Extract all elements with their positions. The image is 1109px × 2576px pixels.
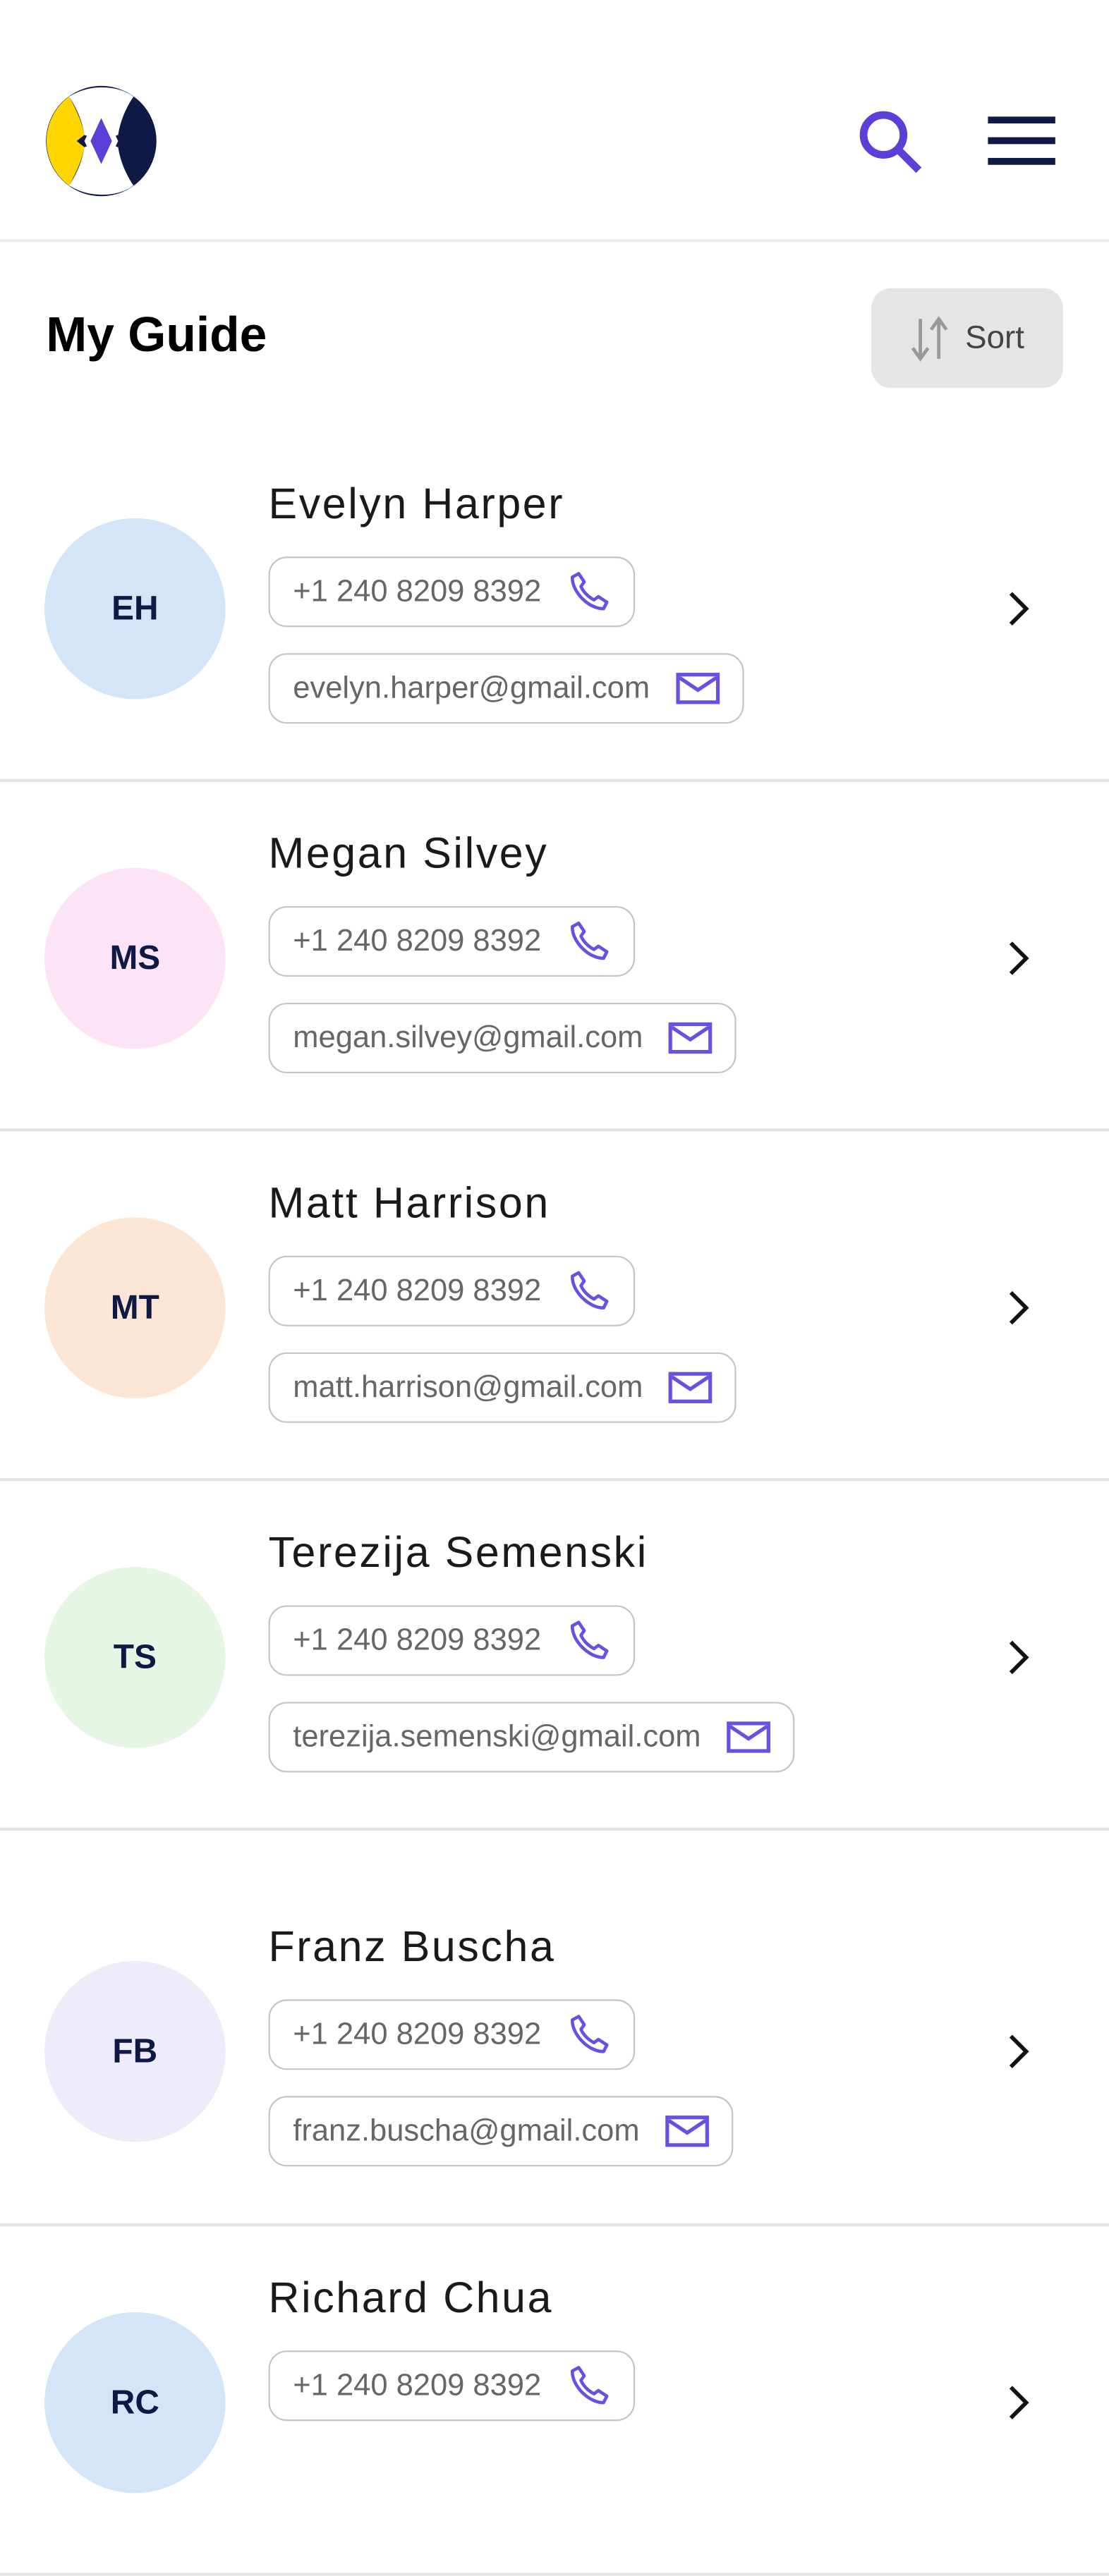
phone-chip[interactable]: +1 240 8209 8392 bbox=[268, 1605, 635, 1676]
avatar: TS bbox=[44, 1567, 226, 1748]
chevron-right-icon[interactable] bbox=[1000, 2383, 1037, 2423]
chevron-right-icon[interactable] bbox=[1000, 1288, 1037, 1328]
phone-number: +1 240 8209 8392 bbox=[293, 2368, 542, 2403]
mail-icon bbox=[668, 1022, 713, 1054]
contact-row[interactable]: RC Richard Chua +1 240 8209 8392 bbox=[0, 2226, 1109, 2576]
hamburger-menu-icon[interactable] bbox=[988, 116, 1055, 166]
phone-number: +1 240 8209 8392 bbox=[293, 1273, 542, 1307]
phone-icon bbox=[570, 2015, 609, 2053]
email-address: matt.harrison@gmail.com bbox=[293, 1369, 643, 1404]
contact-name: Evelyn Harper bbox=[268, 480, 565, 527]
phone-icon bbox=[570, 2366, 609, 2405]
contact-row[interactable]: FB Franz Buscha +1 240 8209 8392 franz.b… bbox=[0, 1831, 1109, 2227]
chevron-right-icon[interactable] bbox=[1000, 589, 1037, 629]
phone-icon bbox=[570, 921, 609, 960]
phone-icon bbox=[570, 572, 609, 611]
phone-chip[interactable]: +1 240 8209 8392 bbox=[268, 2350, 635, 2422]
chevron-right-icon[interactable] bbox=[1000, 1637, 1037, 1678]
search-icon[interactable] bbox=[856, 107, 926, 178]
avatar-initials: MT bbox=[110, 1288, 159, 1326]
contact-row[interactable]: MT Matt Harrison +1 240 8209 8392 matt.h… bbox=[0, 1132, 1109, 1482]
phone-number: +1 240 8209 8392 bbox=[293, 2017, 542, 2051]
phone-icon bbox=[570, 1271, 609, 1310]
avatar: RC bbox=[44, 2312, 226, 2493]
app-header bbox=[0, 0, 1109, 243]
avatar-initials: TS bbox=[113, 1637, 157, 1676]
contact-row[interactable]: MS Megan Silvey +1 240 8209 8392 megan.s… bbox=[0, 782, 1109, 1132]
email-address: franz.buscha@gmail.com bbox=[293, 2113, 640, 2148]
email-chip[interactable]: evelyn.harper@gmail.com bbox=[268, 653, 744, 724]
phone-chip[interactable]: +1 240 8209 8392 bbox=[268, 906, 635, 977]
mail-icon bbox=[665, 2116, 709, 2147]
email-address: terezija.semenski@gmail.com bbox=[293, 1719, 701, 1754]
mail-icon bbox=[727, 1721, 770, 1753]
email-address: evelyn.harper@gmail.com bbox=[293, 671, 650, 705]
avatar-initials: EH bbox=[111, 588, 159, 628]
contact-name: Matt Harrison bbox=[268, 1179, 550, 1227]
contact-name: Richard Chua bbox=[268, 2273, 554, 2321]
phone-chip[interactable]: +1 240 8209 8392 bbox=[268, 1999, 635, 2070]
phone-chip[interactable]: +1 240 8209 8392 bbox=[268, 556, 635, 628]
contact-list: EH Evelyn Harper +1 240 8209 8392 evelyn… bbox=[0, 432, 1109, 2576]
page-title: My Guide bbox=[46, 306, 267, 362]
screen: My Guide Sort EH Evelyn Harper +1 240 82… bbox=[0, 0, 1109, 2576]
email-chip[interactable]: megan.silvey@gmail.com bbox=[268, 1002, 737, 1074]
email-chip[interactable]: terezija.semenski@gmail.com bbox=[268, 1702, 795, 1773]
email-chip[interactable]: franz.buscha@gmail.com bbox=[268, 2096, 734, 2167]
app-logo[interactable] bbox=[44, 85, 158, 198]
avatar-initials: FB bbox=[112, 2031, 158, 2070]
phone-icon bbox=[570, 1620, 609, 1659]
phone-chip[interactable]: +1 240 8209 8392 bbox=[268, 1255, 635, 1326]
mail-icon bbox=[668, 1372, 713, 1403]
avatar-initials: RC bbox=[110, 2382, 159, 2422]
sort-arrows-icon bbox=[911, 315, 948, 361]
phone-number: +1 240 8209 8392 bbox=[293, 1623, 542, 1657]
avatar: EH bbox=[44, 518, 226, 700]
contact-row[interactable]: TS Terezija Semenski +1 240 8209 8392 te… bbox=[0, 1481, 1109, 1831]
avatar-initials: MS bbox=[109, 938, 161, 977]
avatar: MT bbox=[44, 1217, 226, 1398]
contact-name: Terezija Semenski bbox=[268, 1528, 648, 1577]
avatar: FB bbox=[44, 1960, 226, 2142]
contact-name: Franz Buscha bbox=[268, 1922, 556, 1970]
sort-label: Sort bbox=[965, 319, 1024, 355]
chevron-right-icon[interactable] bbox=[1000, 939, 1037, 979]
email-chip[interactable]: matt.harrison@gmail.com bbox=[268, 1352, 737, 1423]
phone-number: +1 240 8209 8392 bbox=[293, 574, 542, 609]
mail-icon bbox=[675, 673, 720, 704]
contact-row[interactable]: EH Evelyn Harper +1 240 8209 8392 evelyn… bbox=[0, 432, 1109, 782]
phone-number: +1 240 8209 8392 bbox=[293, 924, 542, 958]
avatar: MS bbox=[44, 867, 226, 1049]
contact-name: Megan Silvey bbox=[268, 829, 549, 877]
chevron-right-icon[interactable] bbox=[1000, 2032, 1037, 2072]
sort-button[interactable]: Sort bbox=[871, 288, 1063, 389]
email-address: megan.silvey@gmail.com bbox=[293, 1020, 643, 1054]
